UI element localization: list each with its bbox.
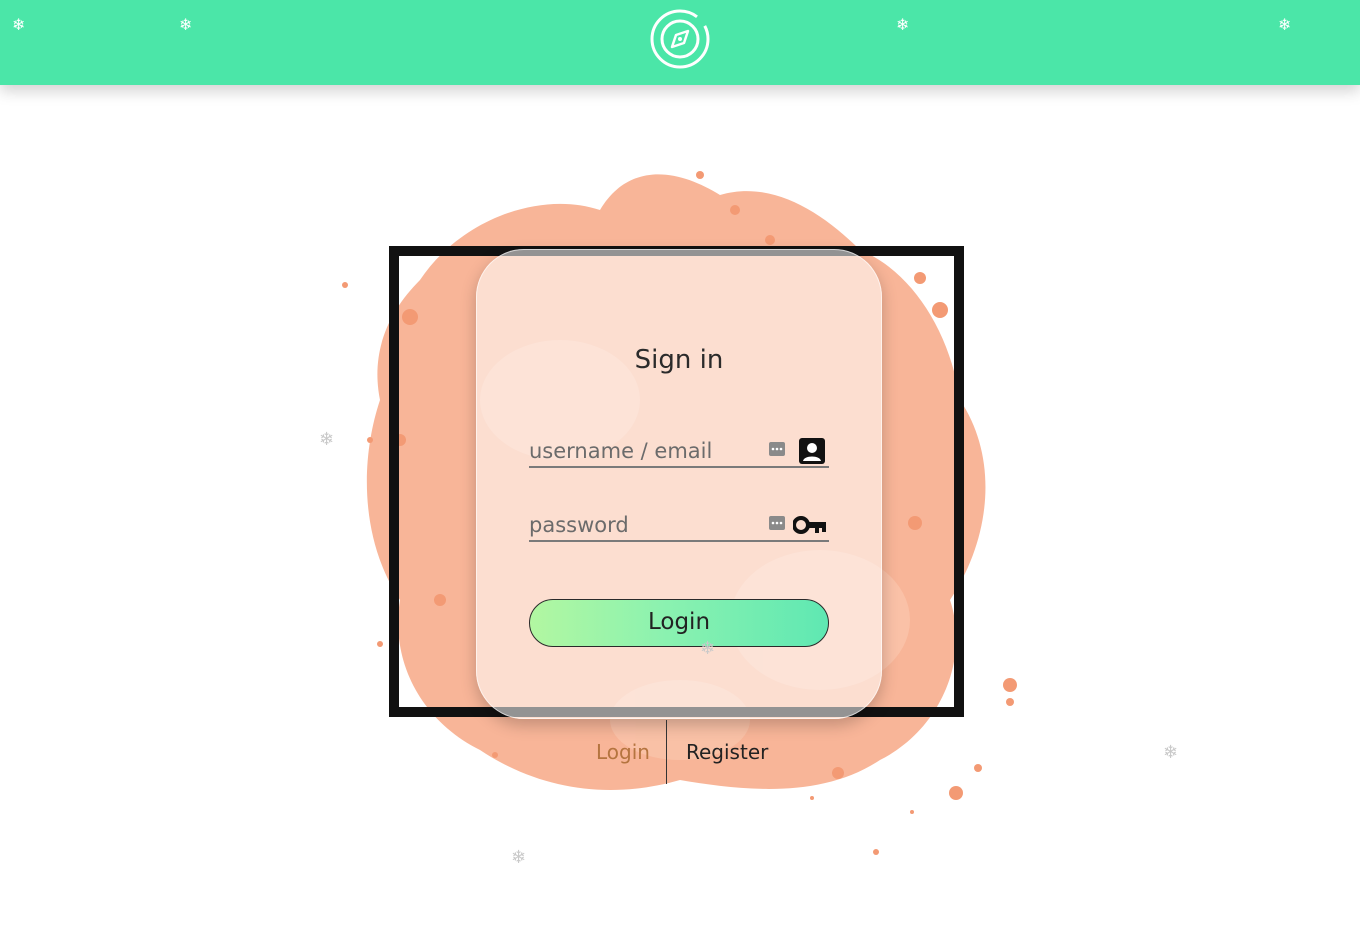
- auth-tabs: Login Register: [560, 720, 800, 784]
- snowflake-icon: ❄: [179, 15, 193, 34]
- login-button[interactable]: Login: [529, 599, 829, 647]
- snowflake-icon: ❄: [1163, 742, 1179, 763]
- snowflake-icon: ❄: [511, 847, 527, 868]
- snowflake-icon: ❄: [896, 15, 910, 34]
- tab-register[interactable]: Register: [686, 740, 768, 764]
- snowflake-icon: ❄: [1278, 15, 1292, 34]
- contact-card-icon: [799, 438, 825, 464]
- login-card: Sign in Login: [476, 249, 882, 719]
- snowflake-icon: ❄: [319, 429, 335, 450]
- tab-login[interactable]: Login: [596, 740, 650, 764]
- key-icon: [793, 516, 826, 534]
- username-input[interactable]: [529, 436, 759, 466]
- username-field[interactable]: [529, 436, 829, 468]
- snowflake-icon: ❄: [12, 15, 26, 34]
- snowflake-icon: ❄: [700, 638, 716, 659]
- password-field[interactable]: [529, 510, 829, 542]
- page-title: Sign in: [634, 345, 724, 375]
- password-manager-icon[interactable]: [769, 516, 785, 530]
- top-header: ❄ ❄ ❄ ❄: [0, 0, 1360, 85]
- tab-divider: [666, 720, 667, 784]
- password-manager-icon[interactable]: [769, 442, 785, 456]
- compass-icon[interactable]: [648, 7, 712, 71]
- password-input[interactable]: [529, 510, 759, 540]
